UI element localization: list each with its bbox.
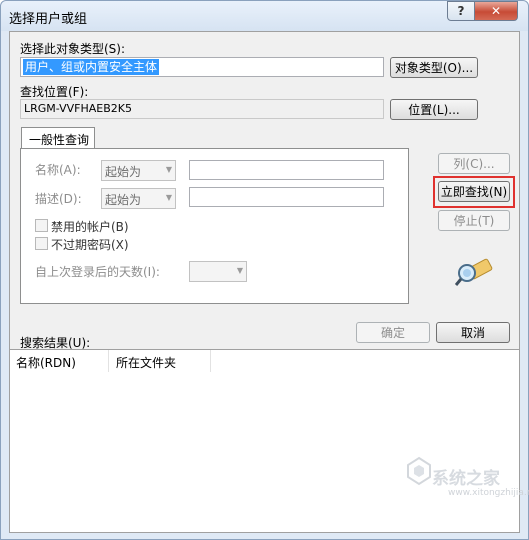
column-header-name[interactable]: 名称(RDN) [10, 350, 109, 372]
cancel-button[interactable]: 取消 [436, 322, 510, 343]
days-since-logon-select[interactable]: ▼ [189, 261, 247, 282]
tab-general-queries[interactable]: 一般性查询 [21, 127, 95, 149]
object-type-value: 用户、组或内置安全主体 [23, 59, 160, 75]
watermark-text: 系统之家 [432, 469, 500, 489]
disabled-accounts-label: 禁用的帐户(B) [51, 220, 129, 234]
dialog-window: 选择用户或组 ? ✕ 选择此对象类型(S): 用户、组或内置安全主体 对象类型(… [0, 0, 529, 540]
find-now-button[interactable]: 立即查找(N) [438, 181, 510, 202]
chevron-down-icon: ▼ [165, 165, 172, 174]
help-button[interactable]: ? [447, 1, 475, 21]
locations-button[interactable]: 位置(L)... [390, 99, 478, 120]
search-results-list[interactable]: 名称(RDN) 所在文件夹 [10, 349, 519, 532]
watermark-logo-icon [407, 456, 431, 486]
description-mode-select[interactable]: 起始为 ▼ [101, 188, 176, 209]
dialog-body: 选择此对象类型(S): 用户、组或内置安全主体 对象类型(O)... 查找位置(… [9, 31, 520, 533]
name-input[interactable] [189, 160, 384, 180]
tab-general-queries-label: 一般性查询 [29, 133, 90, 147]
title-bar[interactable]: 选择用户或组 ? ✕ [1, 1, 528, 31]
location-value: LRGM-VVFHAEB2K5 [24, 102, 132, 115]
close-icon: ✕ [490, 4, 502, 18]
stop-button[interactable]: 停止(T) [438, 210, 510, 231]
chevron-down-icon: ▼ [236, 266, 243, 275]
ok-button[interactable]: 确定 [356, 322, 430, 343]
object-type-field[interactable]: 用户、组或内置安全主体 [20, 57, 384, 77]
column-header-name-label: 名称(RDN) [16, 356, 76, 370]
column-header-folder-label: 所在文件夹 [116, 356, 177, 370]
object-types-button[interactable]: 对象类型(O)... [390, 57, 478, 78]
description-input[interactable] [189, 187, 384, 207]
description-mode-value: 起始为 [105, 193, 142, 207]
columns-button[interactable]: 列(C)... [438, 153, 510, 174]
watermark-url: www.xitongzhijia.net [448, 488, 529, 498]
help-icon: ? [457, 4, 465, 18]
location-field: LRGM-VVFHAEB2K5 [20, 99, 384, 119]
chevron-down-icon: ▼ [165, 193, 172, 202]
description-label: 描述(D): [35, 192, 82, 206]
close-button[interactable]: ✕ [474, 1, 518, 21]
non-expiring-password-label: 不过期密码(X) [51, 238, 129, 252]
search-binoculars-icon [455, 258, 493, 286]
column-header-folder[interactable]: 所在文件夹 [110, 350, 211, 372]
disabled-accounts-checkbox[interactable] [35, 219, 48, 232]
days-since-logon-label: 自上次登录后的天数(I): [35, 265, 160, 279]
window-title: 选择用户或组 [9, 12, 88, 27]
watermark: 系统之家 www.xitongzhijia.net [406, 456, 529, 498]
non-expiring-password-checkbox[interactable] [35, 237, 48, 250]
name-label: 名称(A): [35, 163, 81, 177]
general-queries-panel: 名称(A): 起始为 ▼ 描述(D): 起始为 ▼ 禁用的帐户(B) 不过期密码… [20, 148, 409, 304]
name-mode-select[interactable]: 起始为 ▼ [101, 160, 176, 181]
location-label: 查找位置(F): [20, 85, 89, 99]
object-type-label: 选择此对象类型(S): [20, 42, 126, 56]
name-mode-value: 起始为 [105, 165, 142, 179]
